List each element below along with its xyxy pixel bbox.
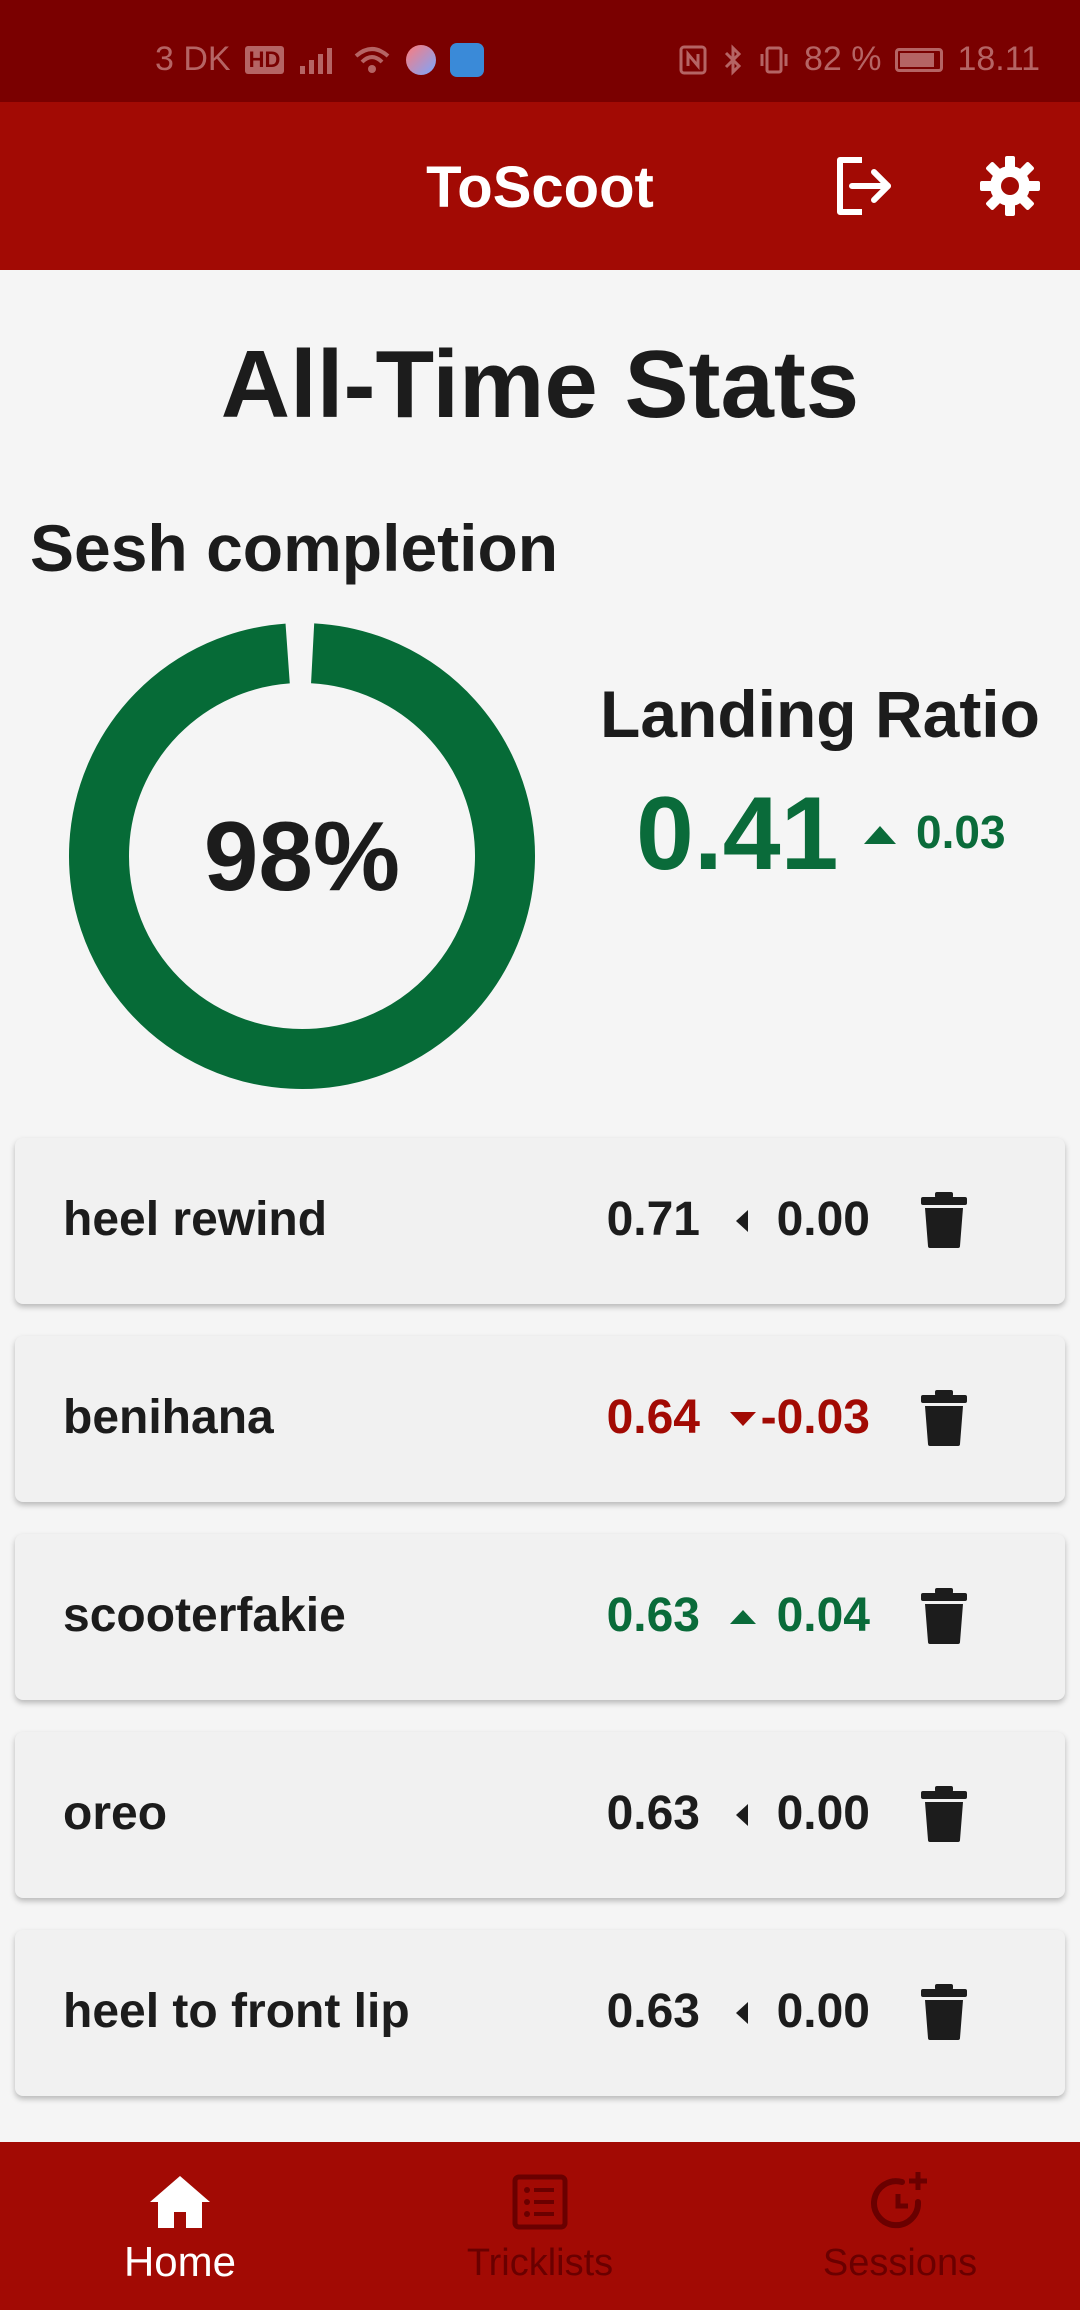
trick-card[interactable]: heel to front lip 0.63 0.00: [15, 1930, 1065, 2096]
battery-icon: [895, 47, 944, 72]
trick-delta: 0.00: [776, 1193, 870, 1246]
nav-tricklists-label: Tricklists: [466, 2242, 614, 2284]
trick-ratio: 0.63: [606, 1985, 700, 2038]
trick-ratio: 0.71: [606, 1193, 700, 1246]
nav-sessions-label: Sessions: [822, 2242, 978, 2284]
bluetooth-icon: [724, 43, 742, 76]
nav-tricklists[interactable]: Tricklists: [360, 2142, 720, 2310]
nav-home[interactable]: Home: [0, 2142, 360, 2310]
arrow-left-icon: [736, 1804, 748, 1826]
sesh-completion-label: Sesh completion: [30, 511, 559, 585]
trick-card[interactable]: scooterfakie 0.63 0.04: [15, 1534, 1065, 1700]
home-icon: [150, 2176, 210, 2228]
trick-name: benihana: [63, 1391, 274, 1444]
nfc-icon: [679, 45, 707, 74]
status-right: 82 % 18.11: [678, 40, 1040, 79]
gear-icon[interactable]: [978, 154, 1042, 218]
app-title: ToScoot: [426, 155, 654, 220]
trash-icon[interactable]: [921, 1390, 967, 1446]
status-bar: 3 DK HD 82 % 18.11: [0, 0, 1080, 102]
trick-ratio: 0.63: [606, 1589, 700, 1642]
chat-notification-icon: [450, 42, 485, 77]
hd-badge: HD: [244, 45, 285, 74]
trick-name: oreo: [63, 1787, 168, 1840]
history-add-icon: [871, 2172, 927, 2229]
landing-ratio-label: Landing Ratio: [600, 677, 1040, 751]
landing-ratio-delta: 0.03: [916, 806, 1006, 858]
trick-card[interactable]: oreo 0.63 0.00: [15, 1732, 1065, 1898]
arrow-left-icon: [736, 1210, 748, 1232]
trick-ratio: 0.64: [606, 1391, 700, 1444]
trick-name: heel to front lip: [63, 1985, 410, 2038]
app-bar: ToScoot: [0, 102, 1080, 270]
arrow-left-icon: [736, 2002, 748, 2024]
clock: 18.11: [957, 40, 1040, 78]
trash-icon[interactable]: [921, 1192, 967, 1248]
trick-delta: -0.03: [760, 1391, 870, 1444]
arrow-up-icon: [864, 826, 896, 844]
arrow-down-icon: [730, 1412, 756, 1426]
trick-card[interactable]: benihana 0.64 -0.03: [15, 1336, 1065, 1502]
trick-name: scooterfakie: [63, 1589, 346, 1642]
trash-icon[interactable]: [921, 1984, 967, 2040]
trick-ratio: 0.63: [606, 1787, 700, 1840]
app-notification-icon: [406, 44, 437, 75]
bottom-nav: Home Tricklists Sessions: [0, 2142, 1080, 2310]
sesh-completion-percent: 98%: [203, 800, 401, 911]
trash-icon[interactable]: [921, 1588, 967, 1644]
trick-delta: 0.00: [776, 1985, 870, 2038]
logout-icon[interactable]: [832, 154, 896, 218]
trick-delta: 0.04: [776, 1589, 870, 1642]
nav-sessions[interactable]: Sessions: [720, 2142, 1080, 2310]
list-icon: [512, 2174, 568, 2230]
trash-icon[interactable]: [921, 1786, 967, 1842]
battery-percent: 82 %: [803, 40, 882, 78]
nav-home-label: Home: [123, 2238, 237, 2285]
network-label: 3 DK: [155, 40, 231, 78]
trick-name: heel rewind: [63, 1193, 328, 1246]
arrow-up-icon: [730, 1610, 756, 1624]
status-left: 3 DK HD: [155, 40, 485, 79]
signal-icon: [300, 47, 333, 74]
trick-delta: 0.00: [776, 1787, 870, 1840]
wifi-icon: [355, 46, 390, 73]
landing-ratio-value: 0.41: [636, 776, 839, 892]
trick-card[interactable]: heel rewind 0.71 0.00: [15, 1138, 1065, 1304]
page-title: All-Time Stats: [220, 331, 860, 438]
vibrate-icon: [760, 46, 788, 73]
